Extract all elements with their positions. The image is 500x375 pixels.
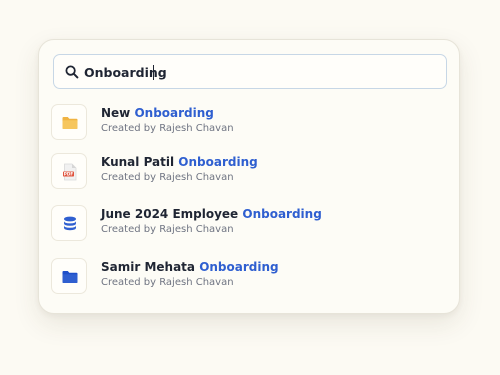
result-item-june-2024-employee-onboarding[interactable]: June 2024 Employee Onboarding Created by… bbox=[51, 205, 441, 243]
result-item-samir-mehata-onboarding[interactable]: Samir Mehata Onboarding Created by Rajes… bbox=[51, 258, 441, 296]
result-title-match: Onboarding bbox=[134, 106, 214, 120]
svg-text:PDF: PDF bbox=[64, 172, 74, 177]
search-panel: New Onboarding Created by Rajesh Chavan … bbox=[38, 39, 460, 314]
result-icon-box bbox=[51, 104, 87, 140]
result-item-kunal-patil-onboarding[interactable]: PDF Kunal Patil Onboarding Created by Ra… bbox=[51, 153, 441, 191]
search-icon bbox=[65, 65, 79, 79]
result-title-text: Samir Mehata bbox=[101, 260, 200, 274]
text-caret bbox=[153, 65, 154, 80]
result-title: Kunal Patil Onboarding bbox=[101, 155, 258, 169]
folder-icon bbox=[62, 271, 78, 283]
result-title: New Onboarding bbox=[101, 106, 214, 120]
result-title: Samir Mehata Onboarding bbox=[101, 260, 279, 274]
result-icon-box bbox=[51, 205, 87, 241]
database-icon bbox=[64, 216, 76, 231]
result-title-match: Onboarding bbox=[178, 155, 258, 169]
search-input[interactable] bbox=[84, 61, 384, 83]
result-title-text: June 2024 Employee bbox=[101, 207, 243, 221]
folder-icon bbox=[62, 117, 78, 129]
result-title-text: Kunal Patil bbox=[101, 155, 179, 169]
result-title: June 2024 Employee Onboarding bbox=[101, 207, 322, 221]
result-icon-box: PDF bbox=[51, 153, 87, 189]
result-subtitle: Created by Rajesh Chavan bbox=[101, 172, 234, 183]
result-title-match: Onboarding bbox=[199, 260, 279, 274]
result-title-text: New bbox=[101, 106, 135, 120]
result-item-new-onboarding[interactable]: New Onboarding Created by Rajesh Chavan bbox=[51, 104, 441, 142]
result-subtitle: Created by Rajesh Chavan bbox=[101, 123, 234, 134]
result-icon-box bbox=[51, 258, 87, 294]
result-subtitle: Created by Rajesh Chavan bbox=[101, 224, 234, 235]
result-title-match: Onboarding bbox=[242, 207, 322, 221]
result-subtitle: Created by Rajesh Chavan bbox=[101, 277, 234, 288]
pdf-file-icon: PDF bbox=[63, 163, 77, 181]
search-box[interactable] bbox=[53, 54, 447, 89]
